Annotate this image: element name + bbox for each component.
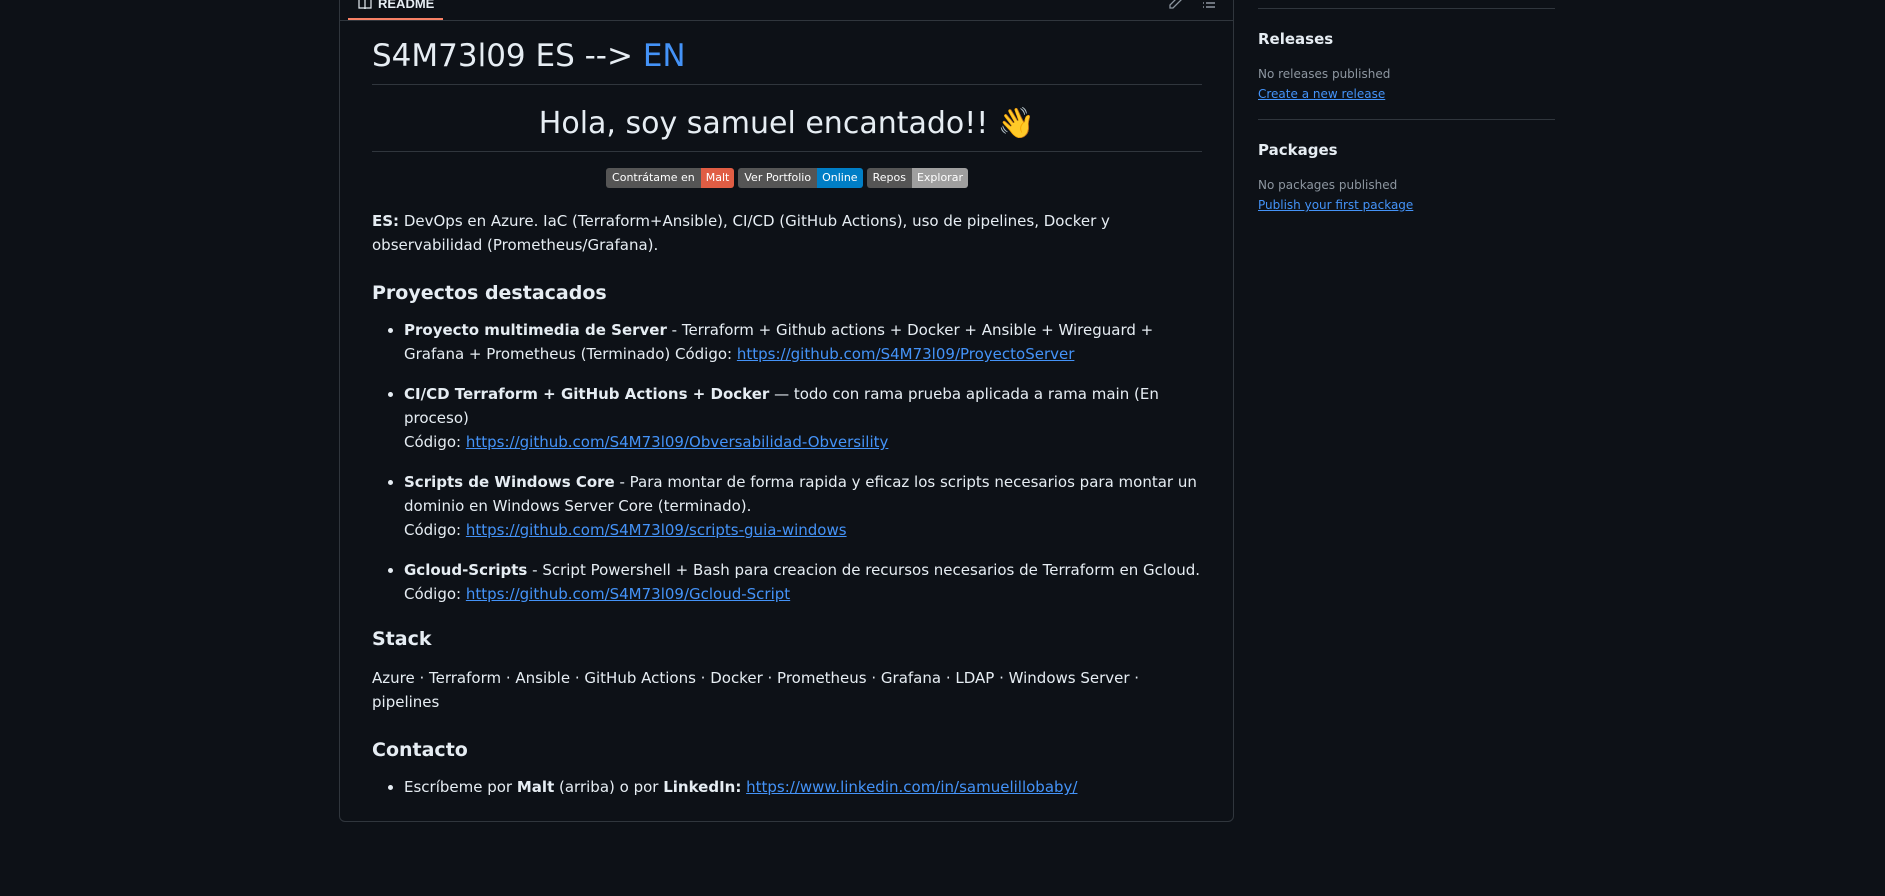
list-item: Scripts de Windows Core - Para montar de… xyxy=(404,470,1202,542)
intro-label: ES: xyxy=(372,212,400,230)
packages-empty-text: No packages published xyxy=(1258,178,1398,192)
list-item: CI/CD Terraform + GitHub Actions + Docke… xyxy=(404,382,1202,454)
contact-heading: Contacto xyxy=(372,739,468,761)
list-icon[interactable] xyxy=(1201,0,1217,11)
greeting-heading: Hola, soy samuel encantado!! 👋 xyxy=(372,85,1202,152)
readme-header: README xyxy=(340,0,1233,21)
badge-malt[interactable]: Contrátame en Malt xyxy=(606,168,735,188)
pencil-icon[interactable] xyxy=(1167,0,1183,11)
project-link[interactable]: https://github.com/S4M73l09/Gcloud-Scrip… xyxy=(466,585,790,603)
project-name: Gcloud-Scripts xyxy=(404,561,528,579)
repo-sidebar: Releases No releases published Create a … xyxy=(1258,0,1555,230)
contact-mid: (arriba) o por xyxy=(554,778,664,796)
project-name: Scripts de Windows Core xyxy=(404,473,615,491)
packages-section: Packages No packages published Publish y… xyxy=(1258,120,1555,230)
releases-section: Releases No releases published Create a … xyxy=(1258,9,1555,119)
badge-portfolio-label: Ver Portfolio xyxy=(738,168,818,188)
projects-list: Proyecto multimedia de Server - Terrafor… xyxy=(372,318,1202,606)
tab-readme[interactable]: README xyxy=(348,0,443,20)
contact-list: Escríbeme por Malt (arriba) o por Linked… xyxy=(372,775,1202,799)
badge-portfolio-value: Online xyxy=(817,168,863,188)
publish-package-link[interactable]: Publish your first package xyxy=(1258,196,1413,214)
readme-title: S4M73l09 ES --> EN xyxy=(372,36,1202,85)
badge-malt-label: Contrátame en xyxy=(606,168,701,188)
badge-repos-label: Repos xyxy=(866,168,912,188)
stack-heading: Stack xyxy=(372,628,432,650)
badges-row: Contrátame en Malt Ver Portfolio Online … xyxy=(372,168,1202,188)
code-label: Código: xyxy=(404,585,466,603)
list-item: Proyecto multimedia de Server - Terrafor… xyxy=(404,318,1202,366)
intro-paragraph: ES: DevOps en Azure. IaC (Terraform+Ansi… xyxy=(372,209,1202,257)
project-desc: - Script Powershell + Bash para creacion… xyxy=(527,561,1200,579)
badge-repos-value: Explorar xyxy=(911,168,968,188)
stack-text: Azure · Terraform · Ansible · GitHub Act… xyxy=(372,669,1140,711)
releases-empty-text: No releases published xyxy=(1258,67,1391,81)
project-link[interactable]: https://github.com/S4M73l09/Obversabilid… xyxy=(466,433,889,451)
badge-portfolio[interactable]: Ver Portfolio Online xyxy=(738,168,863,188)
readme-tools xyxy=(1167,0,1217,11)
book-icon xyxy=(358,0,372,9)
title-en-link[interactable]: EN xyxy=(643,38,686,74)
releases-title[interactable]: Releases xyxy=(1258,29,1555,49)
projects-heading: Proyectos destacados xyxy=(372,282,607,304)
contact-linkedin-label: LinkedIn: xyxy=(663,778,742,796)
readme-card: README S4M73l09 ES --> EN Hola, soy samu… xyxy=(339,0,1234,822)
linkedin-link[interactable]: https://www.linkedin.com/in/samuelilloba… xyxy=(746,778,1077,796)
readme-content: S4M73l09 ES --> EN Hola, soy samuel enca… xyxy=(372,36,1202,815)
list-item: Gcloud-Scripts - Script Powershell + Bas… xyxy=(404,558,1202,606)
create-release-link[interactable]: Create a new release xyxy=(1258,85,1385,103)
list-item: Escríbeme por Malt (arriba) o por Linked… xyxy=(404,775,1202,799)
contact-malt: Malt xyxy=(516,778,555,796)
intro-text: DevOps en Azure. IaC (Terraform+Ansible)… xyxy=(372,212,1110,254)
badge-repos[interactable]: Repos Explorar xyxy=(866,168,968,188)
project-link[interactable]: https://github.com/S4M73l09/ProyectoServ… xyxy=(737,345,1075,363)
project-name: Proyecto multimedia de Server xyxy=(404,321,667,339)
code-label: Código: xyxy=(404,433,466,451)
title-main: S4M73l09 ES --> xyxy=(372,38,633,74)
project-link[interactable]: https://github.com/S4M73l09/scripts-guia… xyxy=(466,521,847,539)
badge-malt-value: Malt xyxy=(700,168,735,188)
tab-readme-label: README xyxy=(378,0,435,11)
contact-pre: Escríbeme por xyxy=(404,778,517,796)
code-label: Código: xyxy=(404,521,466,539)
packages-title[interactable]: Packages xyxy=(1258,140,1555,160)
project-name: CI/CD Terraform + GitHub Actions + Docke… xyxy=(404,385,770,403)
